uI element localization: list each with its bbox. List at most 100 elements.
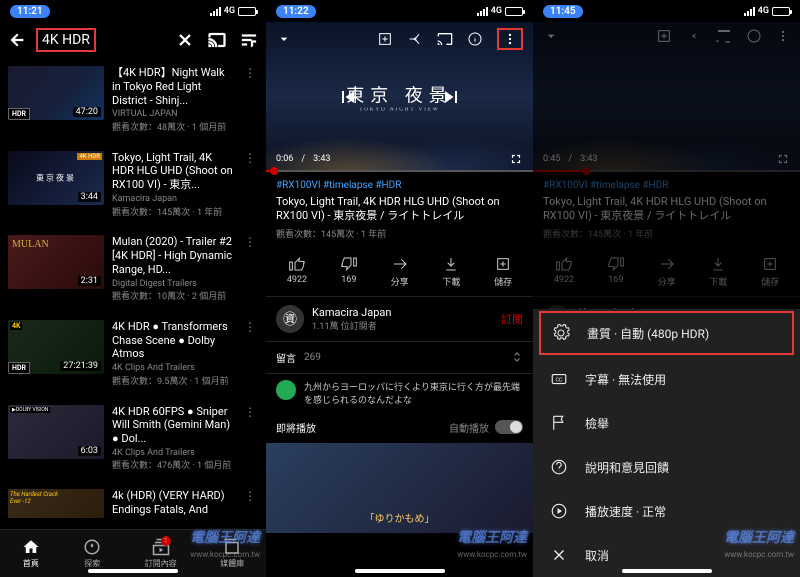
more-icon[interactable]: ⋮ — [244, 489, 256, 503]
home-indicator[interactable] — [88, 569, 178, 573]
search-results-screen: 11:21 4G 4K HDR HDR 47:20 【4K HDR】Night … — [0, 0, 266, 577]
comment-text: 九州からヨーロッパに行くより東京に行く方が最先端を感じられるのなんだよな — [304, 380, 523, 406]
nav-home[interactable]: 首頁 — [22, 538, 40, 569]
collapse-icon[interactable] — [276, 31, 292, 47]
result-channel: Digital Digest Trailers — [112, 279, 236, 291]
back-icon[interactable] — [8, 31, 26, 49]
status-bar: 11:22 4G — [266, 0, 533, 22]
cast-icon[interactable] — [437, 31, 453, 47]
more-options-button[interactable] — [497, 28, 523, 50]
more-icon[interactable]: ⋮ — [244, 405, 256, 419]
thumbnail[interactable]: The Hardest CrackEver -12 直播 — [8, 489, 104, 518]
thumbnail[interactable]: 4K HDR 27:21:39 — [8, 320, 104, 374]
menu-label: 檢舉 — [585, 415, 609, 432]
more-vert-icon — [503, 32, 517, 46]
menu-feedback[interactable]: 說明和意見回饋 — [533, 445, 800, 489]
previous-icon[interactable] — [336, 85, 360, 109]
close-icon — [549, 545, 569, 565]
signal-icon — [210, 7, 221, 16]
video-metadata[interactable]: #RX100VI #timelapse #HDR Tokyo, Light Tr… — [266, 172, 533, 248]
subscribe-button[interactable]: 訂閱 — [501, 311, 523, 327]
flag-icon — [549, 413, 569, 433]
search-result[interactable]: The Hardest CrackEver -12 直播 4k (HDR) (V… — [0, 481, 266, 518]
result-title: 4K HDR 60FPS ● Sniper Will Smith (Gemini… — [112, 405, 236, 446]
clear-icon[interactable] — [176, 31, 194, 49]
result-meta: 觀看次數：9.5萬次 · 1 個月前 — [112, 377, 236, 389]
signal-icon — [744, 7, 755, 16]
comment-avatar — [276, 380, 296, 400]
more-vert-icon — [776, 29, 790, 43]
action-row: 4922 169 分享 下載 儲存 — [266, 248, 533, 297]
info-icon[interactable] — [467, 31, 483, 47]
home-indicator[interactable] — [355, 569, 445, 573]
speed-icon — [549, 501, 569, 521]
video-player: 0:45 / 3:43 — [533, 22, 800, 172]
cast-icon[interactable] — [208, 31, 226, 49]
download-button[interactable]: 下載 — [442, 256, 460, 288]
filter-icon[interactable] — [240, 31, 258, 49]
menu-report[interactable]: 檢舉 — [533, 401, 800, 445]
share-icon[interactable] — [407, 31, 423, 47]
thumbnail[interactable]: 4K HDR 東京夜景 3:44 — [8, 151, 104, 205]
signal-icon — [477, 7, 488, 16]
upnext-thumbnail[interactable]: 「ゆりかもめ」 — [266, 443, 533, 533]
more-icon[interactable]: ⋮ — [244, 235, 256, 249]
comments-header[interactable]: 留言 269 — [266, 342, 533, 374]
search-result[interactable]: HDR 47:20 【4K HDR】Night Walk in Tokyo Re… — [0, 58, 266, 143]
thumbnail[interactable]: HDR 47:20 — [8, 66, 104, 120]
hashtags[interactable]: #RX100VI #timelapse #HDR — [276, 180, 523, 191]
result-meta: 觀看次數：48萬次 · 1 個月前 — [112, 123, 236, 135]
progress-bar[interactable] — [266, 170, 533, 172]
fullscreen-icon[interactable] — [509, 152, 523, 166]
thumb-down-icon — [608, 256, 624, 272]
menu-captions[interactable]: CC 字幕 · 無法使用 — [533, 357, 800, 401]
menu-speed[interactable]: 播放速度 · 正常 — [533, 489, 800, 533]
nav-explore[interactable]: 探索 — [83, 538, 101, 569]
captions-icon: CC — [549, 369, 569, 389]
search-result[interactable]: 4K HDR 27:21:39 4K HDR ● Transformers Ch… — [0, 312, 266, 397]
fullscreen-icon — [776, 152, 790, 166]
search-bar: 4K HDR — [0, 22, 266, 58]
home-indicator[interactable] — [622, 569, 712, 573]
thumb-down-icon — [341, 256, 357, 272]
more-icon[interactable]: ⋮ — [244, 66, 256, 80]
video-title: Tokyo, Light Trail, 4K HDR HLG UHD (Shoo… — [276, 195, 523, 224]
video-title: Tokyo, Light Trail, 4K HDR HLG UHD (Shoo… — [543, 195, 790, 224]
save-button[interactable]: 儲存 — [494, 256, 512, 288]
more-icon[interactable]: ⋮ — [244, 151, 256, 165]
comment-item[interactable]: 九州からヨーロッパに行くより東京に行く方が最先端を感じられるのなんだよな — [266, 374, 533, 412]
menu-label: 取消 — [585, 547, 609, 564]
like-button[interactable]: 4922 — [287, 256, 307, 288]
search-result[interactable]: MULAN 2:31 Mulan (2020) - Trailer #2 [4K… — [0, 227, 266, 312]
upnext-caption: 「ゆりかもめ」 — [365, 510, 435, 525]
collapse-icon — [543, 28, 559, 44]
results-list[interactable]: HDR 47:20 【4K HDR】Night Walk in Tokyo Re… — [0, 58, 266, 518]
video-screen-menu: 11:45 4G 0:45 / 3:43 #RX10 — [533, 0, 800, 577]
comments-label: 留言 — [276, 350, 296, 365]
expand-icon[interactable] — [511, 351, 523, 363]
explore-icon — [83, 538, 101, 556]
search-query[interactable]: 4K HDR — [36, 28, 96, 52]
dislike-button[interactable]: 169 — [341, 256, 357, 288]
status-right: 4G — [477, 6, 523, 16]
help-icon — [549, 457, 569, 477]
thumbnail[interactable]: MULAN 2:31 — [8, 235, 104, 289]
share-button[interactable]: 分享 — [391, 256, 409, 288]
video-player[interactable]: 東京 夜景 TOKYO NIGHT VIEW 0:06 / 3:43 — [266, 22, 533, 172]
search-result[interactable]: ▶DOLBY VISION 6:03 4K HDR 60FPS ● Sniper… — [0, 397, 266, 482]
video-screen: 11:22 4G 東京 夜景 TOKYO NIGHT VIEW — [266, 0, 533, 577]
nav-subscriptions[interactable]: 1 訂閱內容 — [145, 538, 177, 569]
channel-row[interactable]: ㊮ Kamacira Japan 1.11萬 位訂閱者 訂閱 — [266, 297, 533, 342]
add-to-playlist-icon[interactable] — [377, 31, 393, 47]
thumbnail[interactable]: ▶DOLBY VISION 6:03 — [8, 405, 104, 459]
more-icon[interactable]: ⋮ — [244, 320, 256, 334]
menu-quality[interactable]: 畫質 · 自動 (480p HDR) — [539, 311, 794, 355]
autoplay-toggle[interactable] — [495, 420, 523, 434]
menu-label: 播放速度 · 正常 — [585, 503, 666, 520]
hdr-badge: HDR — [8, 362, 30, 374]
next-icon[interactable] — [439, 85, 463, 109]
search-result[interactable]: 4K HDR 東京夜景 3:44 Tokyo, Light Trail, 4K … — [0, 143, 266, 228]
channel-avatar[interactable]: ㊮ — [276, 305, 304, 333]
nav-badge: 1 — [161, 536, 171, 546]
channel-name: Kamacira Japan — [312, 306, 493, 319]
